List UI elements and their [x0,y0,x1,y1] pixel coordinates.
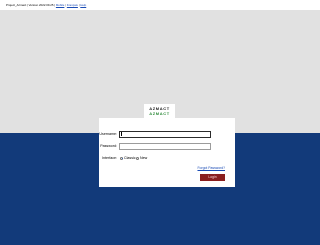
interface-new-radio[interactable] [136,156,139,160]
version-text: Project_Azmact | Version 2022.09.25 | Mo… [6,3,87,7]
mobile-link[interactable]: Mobile [56,3,65,7]
text-caret [121,132,122,136]
interface-new-label[interactable]: New [140,156,147,160]
username-input[interactable] [119,130,211,138]
francais-link[interactable]: Français [67,3,78,7]
login-panel: Username: Password: Interface: Classic N… [99,118,235,187]
interface-classic-label[interactable]: Classic [124,156,136,160]
username-label: Username: [99,132,117,136]
password-input[interactable] [119,142,211,150]
logo-text-bottom: AZMACT [149,111,170,116]
azmact-logo: AZMACT AZMACT [144,104,175,118]
password-label: Password: [100,144,117,148]
interface-classic-radio[interactable] [120,156,123,160]
top-bar: Project_Azmact | Version 2022.09.25 | Mo… [0,0,320,10]
forgot-password-link[interactable]: Forgot Password? [197,166,225,170]
interface-label: Interface: [102,156,117,160]
login-button[interactable]: Login [200,174,225,181]
app-title: Project_Azmact | Version 2022.09.25 | [6,3,56,7]
help-link[interactable]: Help [80,3,86,7]
